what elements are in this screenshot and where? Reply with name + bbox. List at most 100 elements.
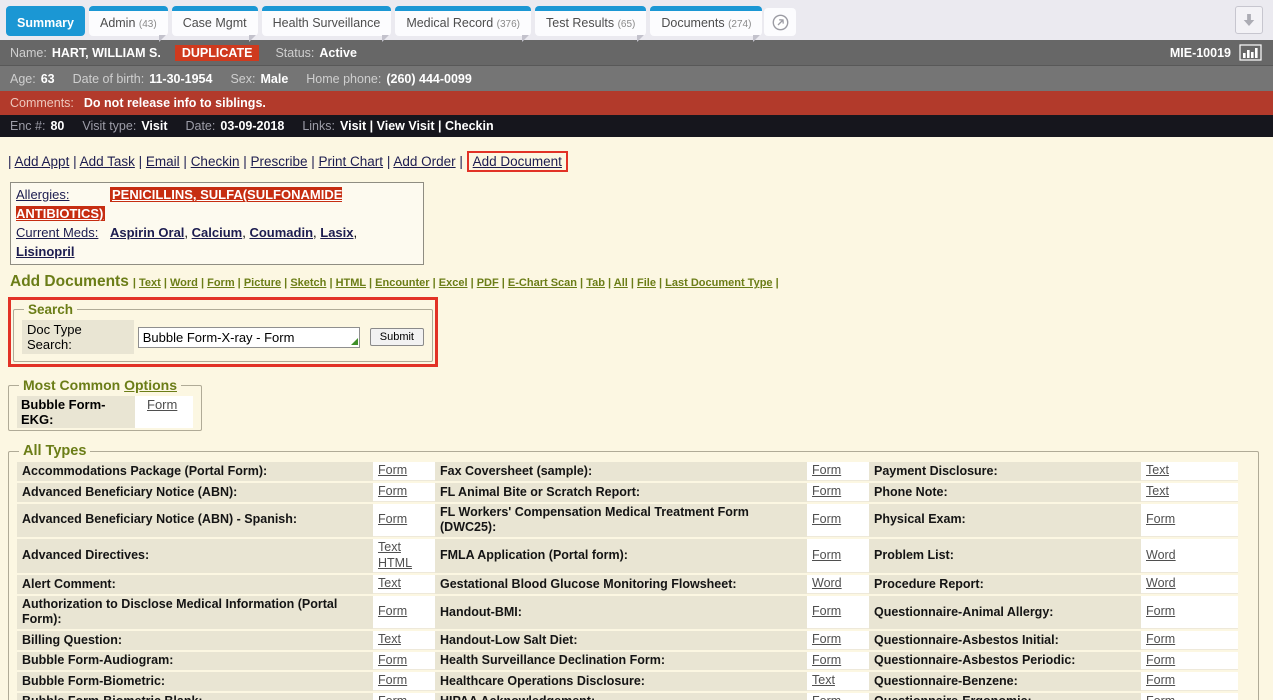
form-link[interactable]: Form (812, 653, 864, 669)
form-link[interactable]: Form (1146, 512, 1233, 528)
form-link[interactable]: Form (1146, 604, 1233, 620)
form-link[interactable]: Form (378, 653, 430, 669)
encounter-bar: Enc #: 80 Visit type: Visit Date: 03-09-… (0, 115, 1273, 137)
doc-type-link-sketch[interactable]: Sketch (290, 277, 326, 289)
doc-type-link-cell: Form (807, 483, 869, 502)
enc-link-view-visit[interactable]: View Visit (377, 119, 435, 133)
form-link[interactable]: Form (1146, 632, 1233, 648)
form-link[interactable]: Form (1146, 673, 1233, 689)
text-link[interactable]: Text (1146, 484, 1233, 500)
doc-type-link-pdf[interactable]: PDF (477, 277, 499, 289)
most-common-form-link[interactable]: Form (147, 397, 177, 412)
options-link[interactable]: Options (124, 377, 177, 393)
form-link[interactable]: Form (812, 463, 864, 479)
scroll-down-button[interactable] (1235, 6, 1263, 34)
sex-value: Male (260, 72, 288, 86)
med-link-lasix[interactable]: Lasix (320, 225, 353, 240)
form-link[interactable]: Form (378, 604, 430, 620)
med-link-calcium[interactable]: Calcium (192, 225, 243, 240)
med-link-aspirin-oral[interactable]: Aspirin Oral (110, 225, 184, 240)
quick-actions: | Add Appt | Add Task | Email | Checkin … (8, 151, 1265, 172)
word-link[interactable]: Word (1146, 548, 1233, 564)
word-link[interactable]: Word (1146, 576, 1233, 592)
text-link[interactable]: Text (378, 540, 430, 556)
doc-type-link-excel[interactable]: Excel (439, 277, 468, 289)
med-link-lisinopril[interactable]: Lisinopril (16, 244, 75, 259)
tab-documents[interactable]: Documents (274) (650, 6, 762, 36)
prescribe-link[interactable]: Prescribe (250, 154, 307, 169)
doc-type-link-e-chart-scan[interactable]: E-Chart Scan (508, 277, 577, 289)
med-link-coumadin[interactable]: Coumadin (249, 225, 313, 240)
age-value: 63 (41, 72, 55, 86)
doc-type-link-cell: Form (807, 504, 869, 537)
doc-type-link-html[interactable]: HTML (336, 277, 366, 289)
checkin-link[interactable]: Checkin (191, 154, 240, 169)
doc-type-link-picture[interactable]: Picture (244, 277, 281, 289)
email-link[interactable]: Email (146, 154, 180, 169)
html-link[interactable]: HTML (378, 556, 430, 572)
doc-type-label: Questionnaire-Benzene: (869, 672, 1141, 691)
submit-button[interactable]: Submit (370, 328, 424, 346)
form-link[interactable]: Form (1146, 694, 1233, 700)
form-link[interactable]: Form (812, 632, 864, 648)
form-link[interactable]: Form (812, 548, 864, 564)
tab-admin[interactable]: Admin (43) (89, 6, 168, 36)
doc-type-link-last-document-type[interactable]: Last Document Type (665, 277, 772, 289)
text-link[interactable]: Text (1146, 463, 1233, 479)
text-link[interactable]: Text (812, 673, 864, 689)
word-link[interactable]: Word (812, 576, 864, 592)
print-chart-link[interactable]: Print Chart (319, 154, 384, 169)
form-link[interactable]: Form (378, 512, 430, 528)
form-link[interactable]: Form (378, 463, 430, 479)
text-link[interactable]: Text (378, 576, 430, 592)
tab-count: (376) (497, 19, 520, 30)
add-task-link[interactable]: Add Task (80, 154, 135, 169)
doc-type-link-cell: Form (807, 652, 869, 671)
duplicate-badge: DUPLICATE (175, 45, 260, 61)
enc-link-visit[interactable]: Visit (340, 119, 366, 133)
doc-type-link-text[interactable]: Text (139, 277, 161, 289)
form-link[interactable]: Form (1146, 653, 1233, 669)
form-link[interactable]: Form (812, 604, 864, 620)
doc-type-link-file[interactable]: File (637, 277, 656, 289)
tab-case-mgmt[interactable]: Case Mgmt (172, 6, 258, 36)
patient-status: Active (319, 46, 357, 60)
doc-type-link-cell: Form (807, 631, 869, 650)
doc-type-search-input[interactable] (138, 327, 360, 348)
add-order-link[interactable]: Add Order (393, 154, 455, 169)
current-meds-link[interactable]: Current Meds: (16, 225, 98, 240)
doc-type-label: Fax Coversheet (sample): (435, 462, 807, 481)
doc-type-label: Procedure Report: (869, 575, 1141, 594)
form-link[interactable]: Form (812, 484, 864, 500)
tab-test-results[interactable]: Test Results (65) (535, 6, 646, 36)
tab-medical-record[interactable]: Medical Record (376) (395, 6, 531, 36)
add-document-link[interactable]: Add Document (473, 154, 562, 169)
tab-summary[interactable]: Summary (6, 6, 85, 36)
doc-type-link-word[interactable]: Word (170, 277, 198, 289)
doc-type-link-cell: Text (807, 672, 869, 691)
enc-link-checkin[interactable]: Checkin (445, 119, 494, 133)
doc-type-link-form[interactable]: Form (207, 277, 235, 289)
doc-type-search-label: Doc Type Search: (22, 320, 134, 354)
form-link[interactable]: Form (812, 694, 864, 700)
tab-health-surveillance[interactable]: Health Surveillance (262, 6, 392, 36)
form-link[interactable]: Form (378, 694, 430, 700)
doc-type-link-encounter[interactable]: Encounter (375, 277, 429, 289)
all-types-fieldset: All Types Accommodations Package (Portal… (8, 443, 1259, 700)
tab-count: (65) (618, 19, 636, 30)
doc-type-label: FL Workers' Compensation Medical Treatme… (435, 504, 807, 537)
doc-type-label: Advanced Beneficiary Notice (ABN) - Span… (17, 504, 373, 537)
form-link[interactable]: Form (812, 512, 864, 528)
add-appt-link[interactable]: Add Appt (15, 154, 70, 169)
doc-type-link-tab[interactable]: Tab (586, 277, 605, 289)
doc-type-link-all[interactable]: All (614, 277, 628, 289)
form-link[interactable]: Form (378, 484, 430, 500)
text-link[interactable]: Text (378, 632, 430, 648)
chart-stats-icon[interactable] (1239, 44, 1263, 61)
document-type-links: | Text | Word | Form | Picture | Sketch … (133, 277, 779, 289)
age-label: Age: (10, 72, 36, 86)
form-link[interactable]: Form (378, 673, 430, 689)
external-arrow-icon[interactable] (772, 14, 789, 31)
allergies-link[interactable]: Allergies: (16, 187, 69, 202)
doc-type-link-cell: Form (807, 693, 869, 700)
